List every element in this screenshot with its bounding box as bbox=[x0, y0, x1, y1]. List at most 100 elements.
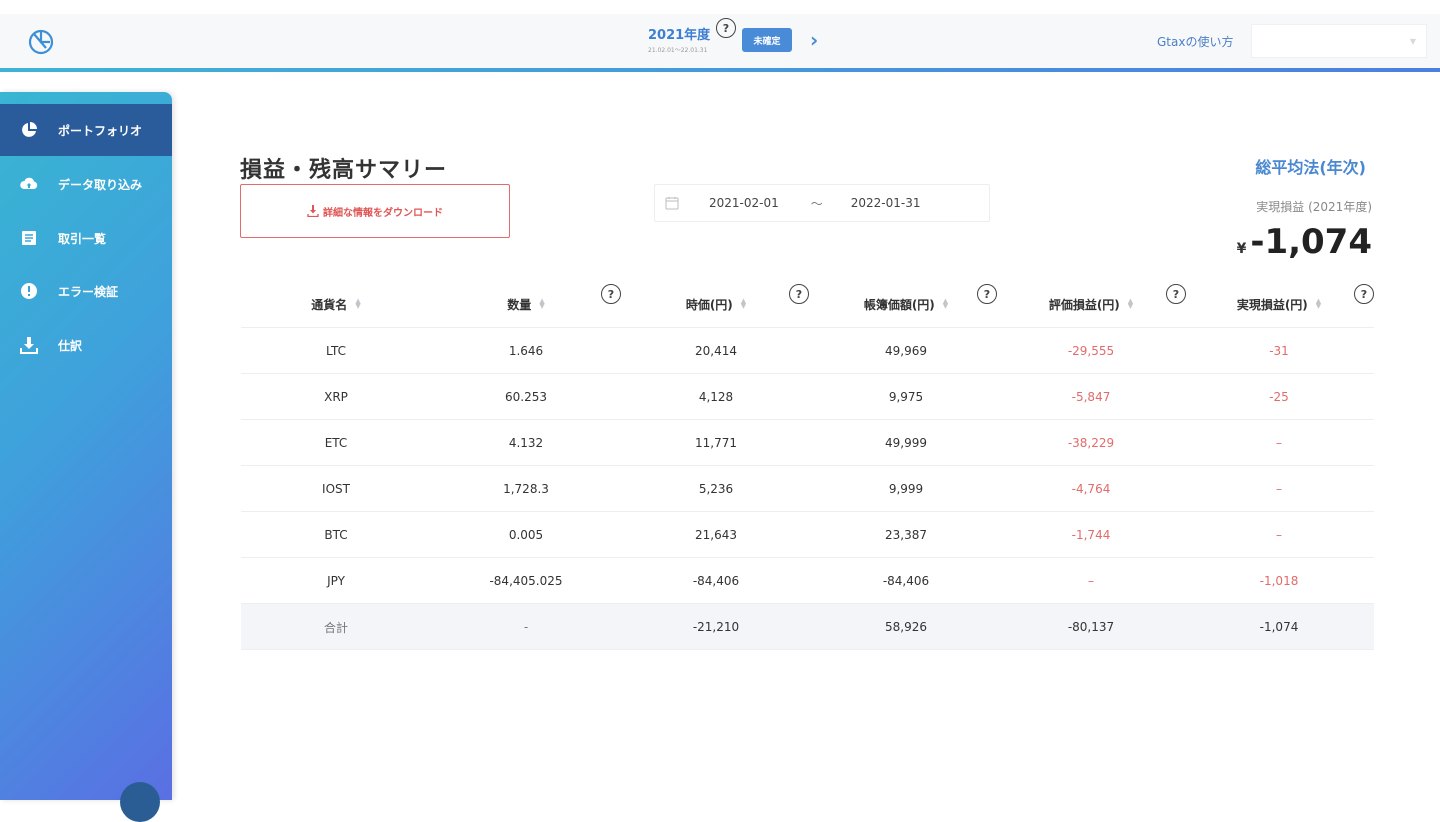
realized-pl-value: ¥ -1,074 bbox=[1237, 222, 1372, 262]
gtax-logo-icon[interactable] bbox=[26, 26, 56, 56]
cell-book-value: 49,969 bbox=[885, 344, 927, 358]
table-row[interactable]: IOST 1,728.3 5,236 9,999 -4,764 – bbox=[241, 466, 1374, 512]
cell-unrealized-pl: -4,764 bbox=[1071, 482, 1111, 496]
currency-symbol: ¥ bbox=[1236, 241, 1247, 257]
sidebar-item-portfolio[interactable]: ポートフォリオ bbox=[0, 104, 172, 156]
cell-book-value: 49,999 bbox=[885, 436, 927, 450]
calendar-icon bbox=[665, 197, 679, 210]
cell-market-value: -84,406 bbox=[692, 574, 740, 588]
fiscal-year-range: 21.02.01〜22.01.31 bbox=[648, 47, 708, 54]
book-value-help-icon[interactable]: ? bbox=[977, 284, 997, 304]
sidebar-item-data-import[interactable]: データ取り込み bbox=[0, 158, 172, 210]
cell-unrealized-pl: – bbox=[1088, 574, 1094, 588]
cell-quantity: 60.253 bbox=[505, 390, 547, 404]
sidebar-item-label: ポートフォリオ bbox=[58, 123, 143, 138]
sort-icon[interactable]: ▲ ▼ bbox=[741, 298, 746, 310]
cell-quantity: -84,405.025 bbox=[489, 574, 563, 588]
sidebar-item-error-check[interactable]: エラー検証 bbox=[0, 265, 172, 317]
cell-quantity: 1.646 bbox=[508, 344, 544, 358]
download-icon bbox=[307, 205, 319, 217]
date-start-input[interactable]: 2021-02-01 bbox=[709, 196, 779, 210]
cell-total-label: 合計 bbox=[323, 620, 348, 635]
realized-pl-help-icon[interactable]: ? bbox=[1354, 284, 1374, 304]
pie-chart-icon bbox=[20, 121, 38, 139]
table-row[interactable]: LTC 1.646 20,414 49,969 -29,555 -31 bbox=[241, 328, 1374, 374]
cell-book-value: -84,406 bbox=[882, 574, 930, 588]
cell-currency: XRP bbox=[324, 390, 348, 404]
column-header-currency[interactable]: 通貨名 ▲ ▼ bbox=[241, 280, 431, 328]
cell-book-value: 9,975 bbox=[888, 390, 924, 404]
table-row[interactable]: ETC 4.132 11,771 49,999 -38,229 – bbox=[241, 420, 1374, 466]
cell-market-value: 11,771 bbox=[695, 436, 737, 450]
market-value-help-icon[interactable]: ? bbox=[789, 284, 809, 304]
next-year-chevron-icon[interactable]: › bbox=[810, 30, 818, 50]
cell-currency: JPY bbox=[327, 574, 345, 588]
sidebar-item-label: エラー検証 bbox=[58, 284, 119, 299]
realized-pl-amount: -1,074 bbox=[1250, 222, 1372, 262]
table-row[interactable]: XRP 60.253 4,128 9,975 -5,847 -25 bbox=[241, 374, 1374, 420]
cell-realized-pl: -25 bbox=[1269, 390, 1289, 404]
cell-market-value: 4,128 bbox=[698, 390, 734, 404]
column-header-quantity[interactable]: 数量 ▲ ▼ bbox=[431, 280, 621, 328]
date-end-input[interactable]: 2022-01-31 bbox=[851, 196, 921, 210]
cell-unrealized-pl: -29,555 bbox=[1067, 344, 1115, 358]
column-header-realized-pl[interactable]: 実現損益(円) ▲ ▼ bbox=[1184, 280, 1374, 328]
sort-icon[interactable]: ▲ ▼ bbox=[355, 298, 360, 310]
cell-quantity: 4.132 bbox=[508, 436, 544, 450]
cell-currency: IOST bbox=[322, 482, 350, 496]
top-header: 2021年度 21.02.01〜22.01.31 ? 未確定 › Gtaxの使い… bbox=[0, 14, 1440, 68]
page-title: 損益・残高サマリー bbox=[240, 158, 448, 183]
cell-total-market-value: -21,210 bbox=[692, 620, 740, 634]
cell-unrealized-pl: -5,847 bbox=[1071, 390, 1111, 404]
download-details-button[interactable]: 詳細な情報をダウンロード bbox=[240, 184, 510, 238]
sort-icon[interactable]: ▲ ▼ bbox=[1316, 298, 1321, 310]
user-select[interactable]: ▼ bbox=[1251, 24, 1427, 58]
sort-icon[interactable]: ▲ ▼ bbox=[1128, 298, 1133, 310]
realized-pl-label: 実現損益 (2021年度) bbox=[1256, 200, 1372, 214]
cell-total-unrealized-pl: -80,137 bbox=[1067, 620, 1115, 634]
table-row[interactable]: JPY -84,405.025 -84,406 -84,406 – -1,018 bbox=[241, 558, 1374, 604]
header-divider bbox=[0, 68, 1440, 72]
cell-total-realized-pl: -1,074 bbox=[1259, 620, 1299, 634]
unconfirmed-status-button[interactable]: 未確定 bbox=[742, 28, 792, 52]
sidebar: ポートフォリオ データ取り込み 取引一覧 エラー検証 仕訳 bbox=[0, 92, 172, 800]
list-icon bbox=[20, 229, 38, 247]
table-row[interactable]: BTC 0.005 21,643 23,387 -1,744 – bbox=[241, 512, 1374, 558]
cell-realized-pl: – bbox=[1276, 482, 1282, 496]
quantity-help-icon[interactable]: ? bbox=[601, 284, 621, 304]
cell-realized-pl: -1,018 bbox=[1259, 574, 1299, 588]
cell-book-value: 23,387 bbox=[885, 528, 927, 542]
cell-unrealized-pl: -1,744 bbox=[1071, 528, 1111, 542]
sort-icon[interactable]: ▲ ▼ bbox=[539, 298, 544, 310]
column-header-market-value[interactable]: 時価(円) ▲ ▼ bbox=[621, 280, 811, 328]
cell-book-value: 9,999 bbox=[888, 482, 924, 496]
calculation-method[interactable]: 総平均法(年次) bbox=[1255, 154, 1366, 178]
unrealized-pl-help-icon[interactable]: ? bbox=[1166, 284, 1186, 304]
date-separator: 〜 bbox=[810, 196, 823, 211]
chat-bubble-button[interactable] bbox=[120, 782, 160, 822]
sort-icon[interactable]: ▲ ▼ bbox=[943, 298, 948, 310]
cloud-upload-icon bbox=[20, 175, 38, 193]
sidebar-item-label: 取引一覧 bbox=[58, 231, 107, 246]
year-help-icon[interactable]: ? bbox=[716, 18, 736, 38]
column-header-unrealized-pl[interactable]: 評価損益(円) ▲ ▼ bbox=[996, 280, 1186, 328]
cell-market-value: 5,236 bbox=[698, 482, 734, 496]
fiscal-year-block[interactable]: 2021年度 21.02.01〜22.01.31 bbox=[648, 24, 710, 54]
cell-market-value: 21,643 bbox=[695, 528, 737, 542]
alert-icon bbox=[20, 282, 38, 300]
sidebar-item-label: データ取り込み bbox=[58, 177, 143, 192]
table-header: 通貨名 ▲ ▼ 数量 ▲ ▼ ? 時価(円) ▲ ▼ ? 帳簿価額(円) ▲ ▼ ? 評… bbox=[241, 280, 1374, 328]
table-total-row: 合計 - -21,210 58,926 -80,137 -1,074 bbox=[241, 604, 1374, 650]
download-icon bbox=[20, 336, 38, 354]
sidebar-item-journal[interactable]: 仕訳 bbox=[0, 319, 172, 371]
cell-currency: BTC bbox=[324, 528, 348, 542]
column-header-book-value[interactable]: 帳簿価額(円) ▲ ▼ bbox=[811, 280, 1001, 328]
cell-currency: LTC bbox=[325, 344, 347, 358]
sidebar-item-label: 仕訳 bbox=[58, 338, 83, 353]
download-details-label: 詳細な情報をダウンロード bbox=[323, 207, 443, 219]
sidebar-item-transactions[interactable]: 取引一覧 bbox=[0, 212, 172, 264]
howto-link[interactable]: Gtaxの使い方 bbox=[1157, 33, 1233, 50]
cell-realized-pl: – bbox=[1276, 436, 1282, 450]
cell-quantity: 0.005 bbox=[508, 528, 544, 542]
date-range-picker[interactable]: 2021-02-01 〜 2022-01-31 bbox=[654, 184, 990, 222]
